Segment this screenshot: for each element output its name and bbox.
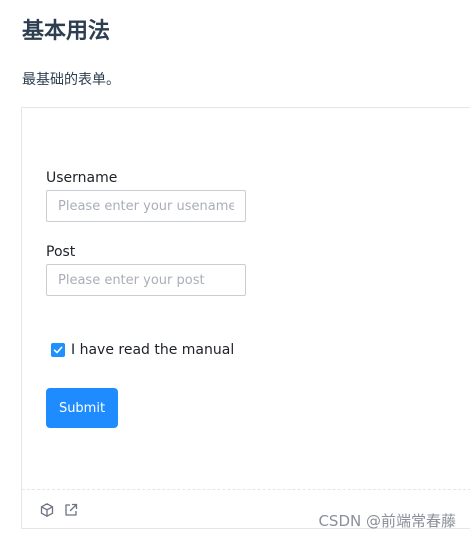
manual-checkbox-label: I have read the manual (71, 342, 235, 358)
post-label: Post (46, 244, 76, 260)
page-description: 最基础的表单。 (22, 72, 120, 88)
external-link-icon[interactable] (63, 502, 79, 518)
submit-button[interactable]: Submit (46, 388, 118, 428)
page-title: 基本用法 (22, 19, 111, 44)
watermark: CSDN @前端常春藤 (318, 512, 456, 530)
manual-checkbox[interactable] (51, 343, 65, 357)
demo-box: Username Post I have read the manual Sub… (21, 107, 470, 529)
checkmark-icon (53, 346, 63, 354)
cube-icon[interactable] (39, 502, 55, 518)
post-input[interactable] (46, 264, 246, 296)
page: 基本用法 最基础的表单。 Username Post I have read t… (0, 0, 470, 541)
form: Username Post I have read the manual Sub… (22, 108, 470, 488)
manual-checkbox-row[interactable]: I have read the manual (51, 342, 234, 358)
username-label: Username (46, 170, 118, 186)
username-input[interactable] (46, 190, 246, 222)
